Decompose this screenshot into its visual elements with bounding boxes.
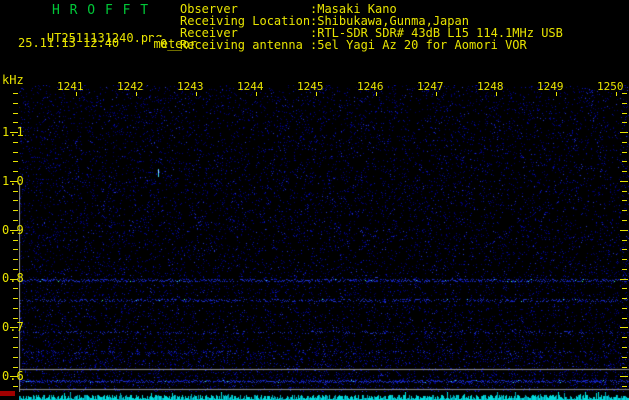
time-label: 1241 — [57, 80, 84, 93]
freq-tick-left — [10, 181, 18, 182]
freq-tick-right — [622, 337, 627, 338]
freq-tick-left — [13, 347, 18, 348]
freq-tick-left — [13, 249, 18, 250]
freq-tick-right — [622, 122, 627, 123]
freq-tick-right — [622, 200, 627, 201]
freq-tick-right — [622, 249, 627, 250]
freq-axis-unit: kHz — [2, 73, 24, 87]
time-label: 1243 — [177, 80, 204, 93]
freq-tick-left — [13, 93, 18, 94]
freq-tick-left — [10, 230, 18, 231]
freq-tick-right — [622, 161, 627, 162]
time-tick — [256, 92, 257, 96]
freq-tick-right — [622, 152, 627, 153]
freq-tick-right — [620, 327, 628, 328]
freq-tick-left — [13, 318, 18, 319]
time-label: 1244 — [237, 80, 264, 93]
hrofft-window: H R O F F T UT2511131240.pngmeteor 25.11… — [0, 0, 629, 400]
freq-tick-left — [13, 171, 18, 172]
time-tick — [76, 92, 77, 96]
freq-tick-left — [13, 288, 18, 289]
freq-tick-right — [620, 279, 628, 280]
freq-tick-left — [13, 142, 18, 143]
freq-tick-right — [620, 181, 628, 182]
freq-tick-right — [622, 191, 627, 192]
datetime-label: 25.11.13 12:40 — [18, 36, 120, 50]
freq-tick-left — [13, 161, 18, 162]
time-tick — [196, 92, 197, 96]
time-tick — [136, 92, 137, 96]
time-label: 1247 — [417, 80, 444, 93]
time-label: 1245 — [297, 80, 324, 93]
time-label: 1249 — [537, 80, 564, 93]
time-tick — [496, 92, 497, 96]
time-label: 1250 — [597, 80, 624, 93]
freq-tick-left — [13, 386, 18, 387]
info-label: Receiving antenna — [180, 38, 303, 52]
freq-tick-right — [622, 357, 627, 358]
freq-tick-right — [622, 347, 627, 348]
freq-tick-left — [10, 279, 18, 280]
freq-tick-right — [622, 318, 627, 319]
freq-tick-right — [622, 103, 627, 104]
freq-tick-left — [13, 103, 18, 104]
time-tick — [616, 92, 617, 96]
freq-tick-right — [622, 220, 627, 221]
freq-tick-right — [620, 376, 628, 377]
freq-tick-right — [622, 142, 627, 143]
app-title: H R O F F T — [52, 3, 150, 18]
time-label: 1248 — [477, 80, 504, 93]
freq-tick-left — [13, 308, 18, 309]
freq-tick-right — [622, 240, 627, 241]
freq-tick-right — [620, 132, 628, 133]
freq-tick-left — [13, 367, 18, 368]
time-label: 1246 — [357, 80, 384, 93]
time-tick — [316, 92, 317, 96]
freq-tick-left — [13, 259, 18, 260]
freq-tick-left — [10, 376, 18, 377]
freq-tick-right — [622, 113, 627, 114]
freq-tick-left — [13, 113, 18, 114]
freq-tick-left — [13, 269, 18, 270]
signal-level-meter — [19, 392, 629, 400]
spectrogram-canvas — [19, 85, 629, 392]
freq-tick-left — [13, 122, 18, 123]
time-tick — [556, 92, 557, 96]
freq-tick-right — [622, 210, 627, 211]
freq-tick-right — [622, 93, 627, 94]
freq-tick-left — [13, 357, 18, 358]
info-value: :5el Yagi Az 20 for Aomori VOR — [310, 38, 527, 52]
freq-tick-right — [622, 171, 627, 172]
freq-label: 0.8 — [2, 271, 24, 285]
freq-tick-left — [13, 191, 18, 192]
freq-tick-left — [10, 132, 18, 133]
freq-tick-right — [622, 259, 627, 260]
echo-counter: 0__ — [160, 37, 182, 51]
info-row: Receiving antenna :5el Yagi Az 20 for Aom… — [180, 39, 563, 51]
freq-tick-left — [13, 220, 18, 221]
freq-tick-right — [622, 269, 627, 270]
freq-tick-right — [622, 308, 627, 309]
freq-tick-right — [622, 367, 627, 368]
overload-indicator — [0, 391, 15, 396]
freq-tick-left — [13, 210, 18, 211]
freq-tick-right — [622, 386, 627, 387]
freq-tick-left — [13, 200, 18, 201]
time-tick — [436, 92, 437, 96]
time-tick — [376, 92, 377, 96]
freq-tick-left — [13, 152, 18, 153]
freq-tick-right — [622, 288, 627, 289]
freq-tick-left — [10, 327, 18, 328]
freq-tick-left — [13, 298, 18, 299]
time-label: 1242 — [117, 80, 144, 93]
station-info-block: Observer:Masaki Kano Receiving Location:S… — [180, 3, 563, 51]
freq-tick-right — [622, 298, 627, 299]
freq-tick-right — [620, 230, 628, 231]
freq-tick-left — [13, 337, 18, 338]
freq-tick-left — [13, 240, 18, 241]
